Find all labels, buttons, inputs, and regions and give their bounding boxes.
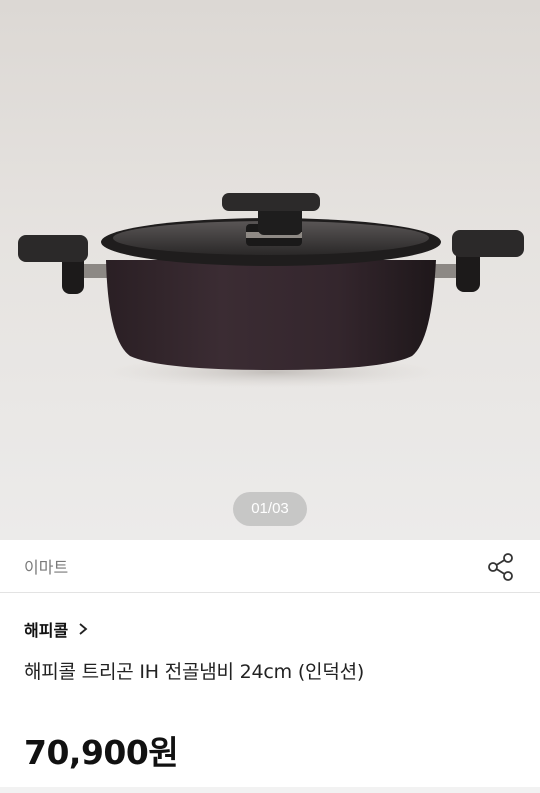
share-icon	[488, 553, 513, 581]
section-divider	[0, 787, 540, 793]
product-image-gallery[interactable]: 01/03	[0, 0, 540, 540]
product-title: 해피콜 트리곤 IH 전골냄비 24cm (인덕션)	[24, 661, 365, 683]
product-price: 70,900원	[24, 733, 179, 772]
seller-name[interactable]: 이마트	[24, 554, 68, 578]
image-page-indicator: 01/03	[233, 492, 307, 526]
brand-name: 해피콜	[24, 621, 69, 640]
product-image	[18, 193, 524, 388]
share-button[interactable]	[484, 550, 518, 584]
seller-row: 이마트	[0, 540, 540, 593]
chevron-right-icon	[78, 622, 88, 636]
brand-link[interactable]: 해피콜	[24, 617, 88, 641]
